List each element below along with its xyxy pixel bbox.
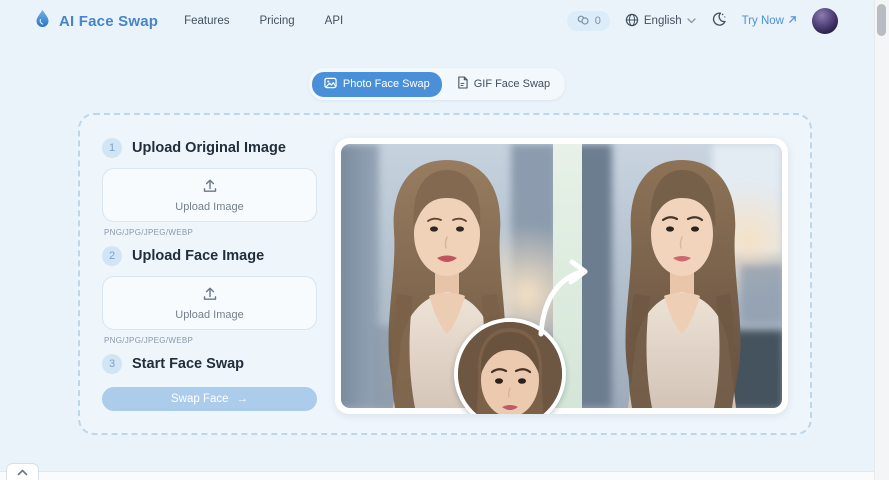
brand[interactable]: AI Face Swap xyxy=(34,9,158,34)
gif-file-icon xyxy=(457,76,468,92)
chevron-down-icon xyxy=(687,15,696,27)
step-2-header: 2 Upload Face Image xyxy=(102,246,317,266)
page-scrollbar xyxy=(874,0,889,480)
water-drop-logo-icon xyxy=(34,9,51,34)
footer-strip xyxy=(0,471,889,480)
collapse-tab[interactable] xyxy=(6,463,39,480)
step-1-title: Upload Original Image xyxy=(132,140,286,156)
upload-face-label: Upload Image xyxy=(175,309,244,321)
step-2-title: Upload Face Image xyxy=(132,248,264,264)
step-2-number-badge: 2 xyxy=(102,246,122,266)
step-1-number-badge: 1 xyxy=(102,138,122,158)
arrow-up-right-icon xyxy=(788,15,797,27)
scrollbar-thumb[interactable] xyxy=(877,4,886,36)
main-nav: Features Pricing API xyxy=(184,15,343,27)
face-swap-panel: 1 Upload Original Image Upload Image PNG… xyxy=(78,113,812,435)
header-actions: 0 English xyxy=(567,8,838,34)
language-label: English xyxy=(644,15,682,27)
try-now-link[interactable]: Try Now xyxy=(742,15,797,27)
step-1-header: 1 Upload Original Image xyxy=(102,138,317,158)
swap-face-button[interactable]: Swap Face → xyxy=(102,387,317,411)
tab-photo-label: Photo Face Swap xyxy=(343,78,430,90)
try-now-label: Try Now xyxy=(742,15,784,27)
brand-title: AI Face Swap xyxy=(59,13,158,30)
swap-face-button-label: Swap Face xyxy=(171,393,229,405)
dark-mode-toggle[interactable] xyxy=(711,11,727,32)
tab-gif-face-swap[interactable]: GIF Face Swap xyxy=(445,71,562,97)
nav-item-features[interactable]: Features xyxy=(184,15,229,27)
result-demo-photo xyxy=(582,144,782,408)
upload-arrow-icon xyxy=(202,286,218,306)
nav-item-api[interactable]: API xyxy=(325,15,344,27)
demo-preview-card xyxy=(335,138,788,414)
nav-item-pricing[interactable]: Pricing xyxy=(260,15,295,27)
tab-gif-label: GIF Face Swap xyxy=(474,78,550,90)
globe-icon xyxy=(625,13,639,30)
credits-count: 0 xyxy=(595,15,601,27)
face-formats-hint: PNG/JPG/JPEG/WEBP xyxy=(104,336,317,345)
chevron-up-icon xyxy=(17,463,28,480)
step-3-number-badge: 3 xyxy=(102,354,122,374)
credits-badge[interactable]: 0 xyxy=(567,11,610,31)
image-icon xyxy=(324,77,337,92)
moon-stars-icon xyxy=(711,11,727,32)
page: AI Face Swap Features Pricing API 0 xyxy=(0,0,889,480)
curved-arrow-right-icon xyxy=(525,256,605,346)
arrow-right-icon: → xyxy=(237,393,249,405)
face-image-upload-dropzone[interactable]: Upload Image xyxy=(102,276,317,330)
tab-photo-face-swap[interactable]: Photo Face Swap xyxy=(312,72,442,97)
upload-original-label: Upload Image xyxy=(175,201,244,213)
face-tokens-icon xyxy=(576,14,590,29)
original-image-upload-dropzone[interactable]: Upload Image xyxy=(102,168,317,222)
header: AI Face Swap Features Pricing API 0 xyxy=(0,0,874,42)
step-3-title: Start Face Swap xyxy=(132,356,244,372)
user-avatar[interactable] xyxy=(812,8,838,34)
mode-tabs: Photo Face Swap GIF Face Swap xyxy=(309,68,565,100)
upload-arrow-icon xyxy=(202,178,218,198)
steps-column: 1 Upload Original Image Upload Image PNG… xyxy=(102,138,317,433)
mode-tabs-wrap: Photo Face Swap GIF Face Swap xyxy=(0,68,874,100)
original-formats-hint: PNG/JPG/JPEG/WEBP xyxy=(104,228,317,237)
language-selector[interactable]: English xyxy=(625,13,696,30)
step-3-header: 3 Start Face Swap xyxy=(102,354,317,374)
